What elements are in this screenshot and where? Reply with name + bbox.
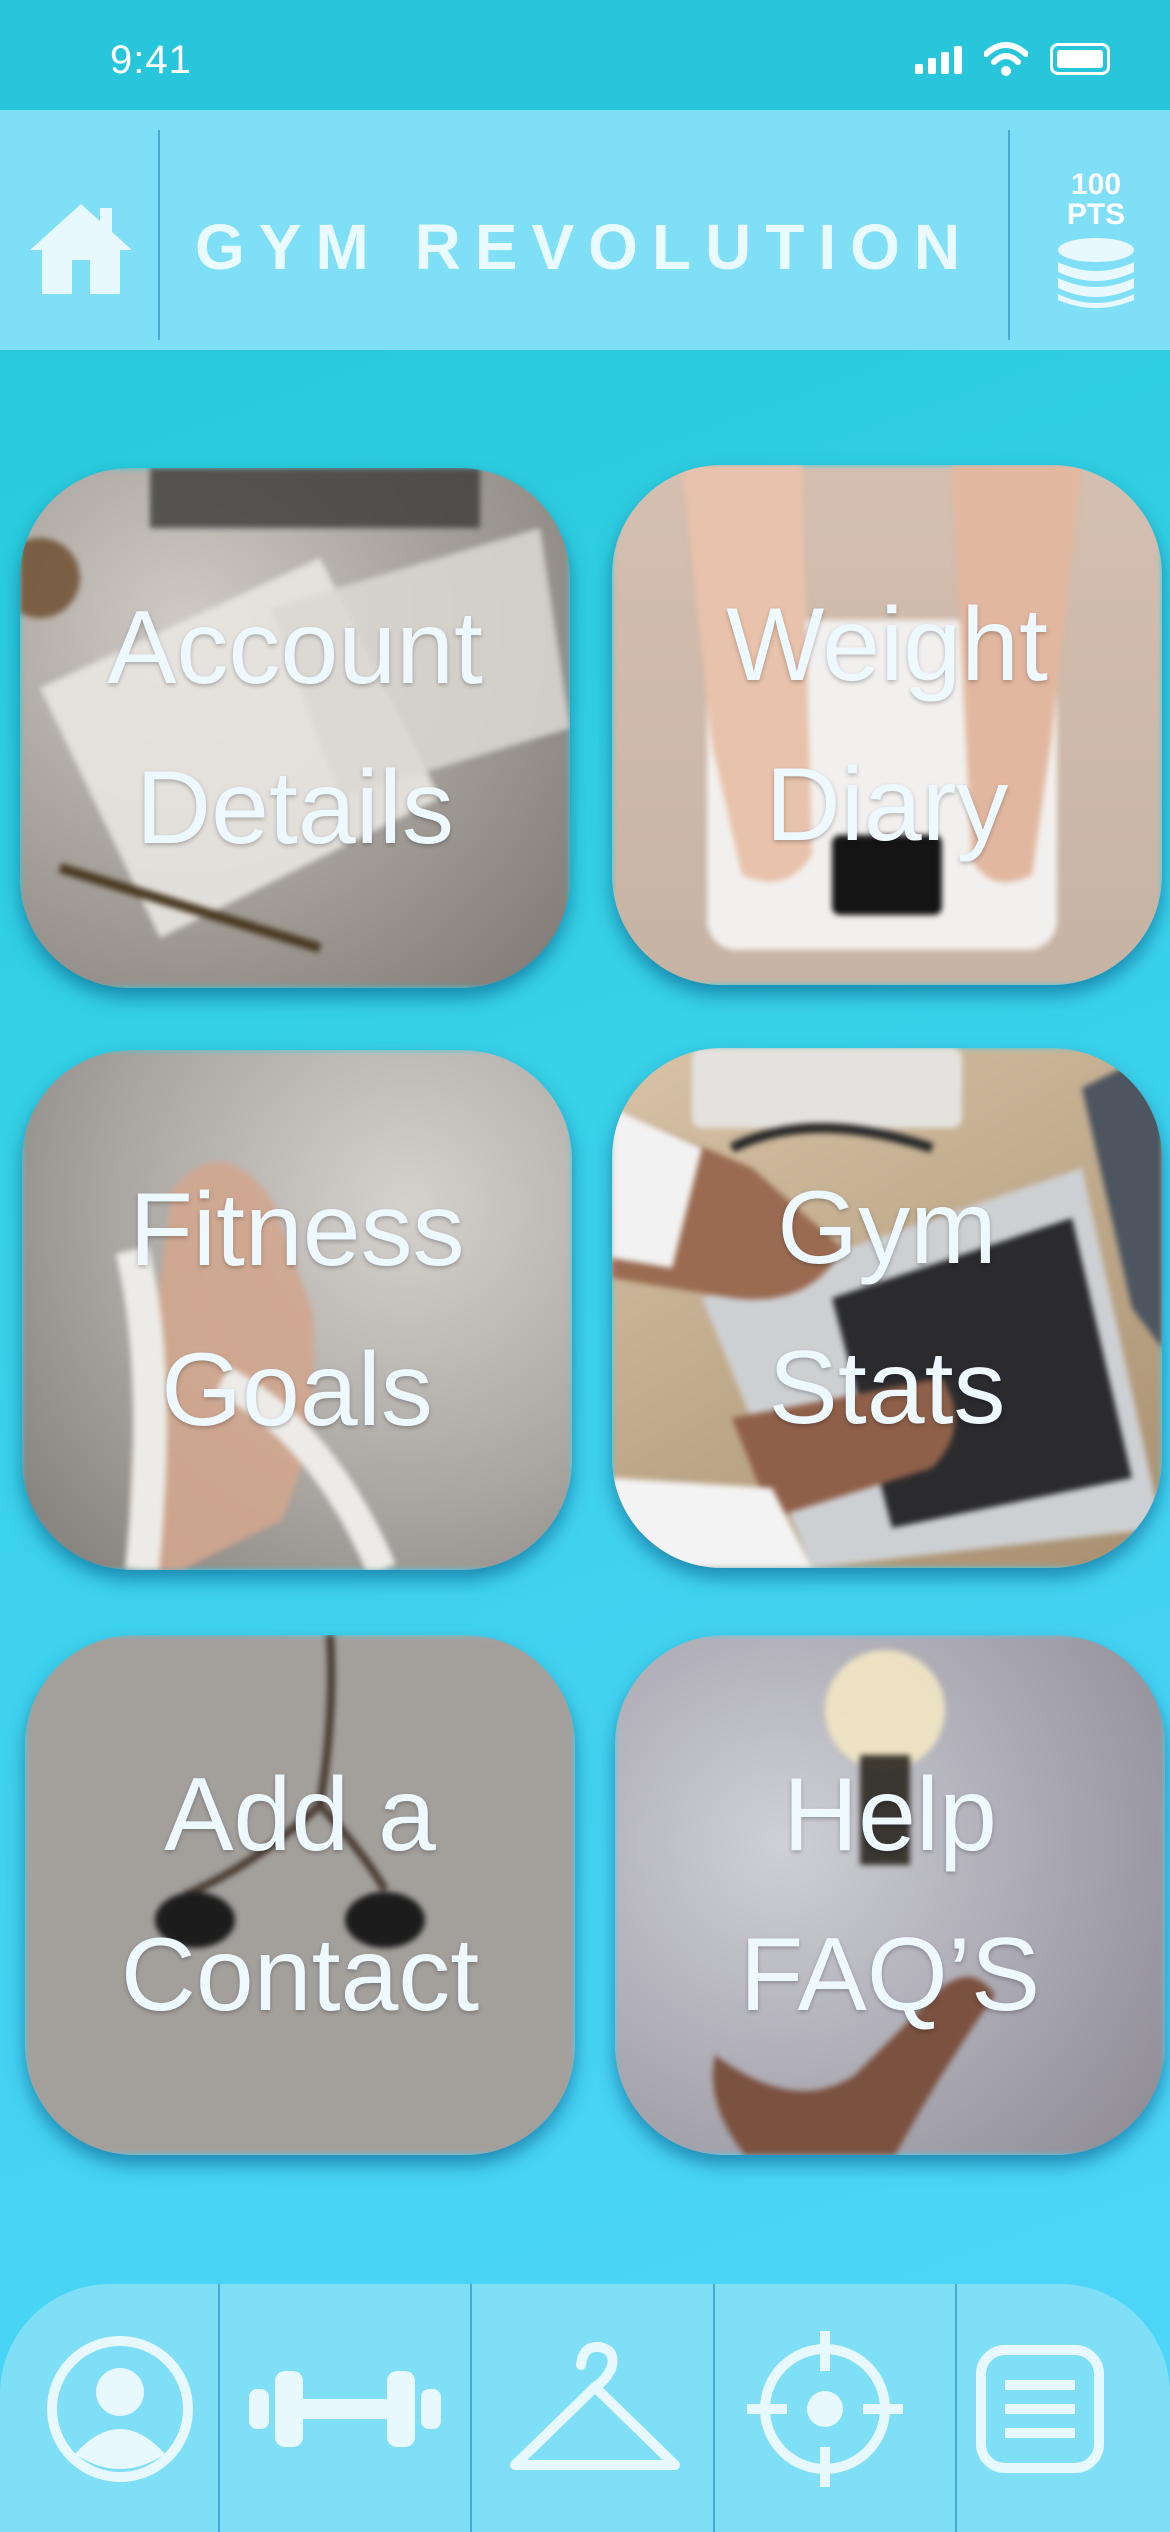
- tile-label: Gym Stats: [768, 1170, 1006, 1446]
- hanger-icon: [510, 2341, 680, 2470]
- nav-divider: [470, 2284, 472, 2532]
- tile-label: Weight Diary: [726, 587, 1048, 863]
- tile-add-a-contact[interactable]: Add a Contact: [25, 1635, 575, 2155]
- status-icons: [915, 42, 1110, 76]
- nav-workouts-button[interactable]: [240, 2324, 450, 2494]
- battery-icon: [1050, 43, 1110, 75]
- nav-divider: [713, 2284, 715, 2532]
- target-icon: [747, 2331, 903, 2487]
- home-button[interactable]: [28, 198, 134, 298]
- tile-label: Fitness Goals: [129, 1172, 465, 1448]
- dumbbell-icon: [249, 2371, 441, 2447]
- tile-label: Account Details: [107, 590, 483, 866]
- bottom-navigation: [0, 2284, 1170, 2532]
- wifi-icon: [984, 42, 1028, 76]
- tile-help-faqs[interactable]: Help FAQ’S: [615, 1635, 1165, 2155]
- points-badge[interactable]: 100 PTS: [1048, 170, 1144, 317]
- nav-profile-button[interactable]: [40, 2324, 200, 2494]
- app-title: GYM REVOLUTION: [195, 211, 975, 283]
- home-icon: [30, 204, 132, 294]
- status-time: 9:41: [110, 38, 192, 82]
- tile-fitness-goals[interactable]: Fitness Goals: [22, 1050, 572, 1570]
- profile-icon: [47, 2336, 193, 2482]
- tile-account-details[interactable]: Account Details: [20, 468, 570, 988]
- nav-notes-button[interactable]: [965, 2324, 1115, 2494]
- points-value: 100: [1070, 168, 1122, 201]
- tile-label: Add a Contact: [120, 1757, 480, 2033]
- cellular-signal-icon: [915, 44, 962, 74]
- nav-goals-button[interactable]: [745, 2324, 905, 2494]
- coins-icon: [1058, 238, 1134, 308]
- tile-weight-diary[interactable]: Weight Diary: [612, 465, 1162, 985]
- nav-divider: [955, 2284, 957, 2532]
- nav-clothing-button[interactable]: [500, 2324, 690, 2494]
- tile-label: Help FAQ’S: [739, 1757, 1041, 2033]
- nav-divider: [218, 2284, 220, 2532]
- status-bar: 9:41: [0, 0, 1170, 110]
- tile-gym-stats[interactable]: Gym Stats: [612, 1048, 1162, 1568]
- header-divider: [1008, 130, 1010, 340]
- notes-icon: [976, 2345, 1104, 2473]
- header-divider: [158, 130, 160, 340]
- points-unit: PTS: [1066, 198, 1126, 231]
- app-header: GYM REVOLUTION 100 PTS: [0, 110, 1170, 350]
